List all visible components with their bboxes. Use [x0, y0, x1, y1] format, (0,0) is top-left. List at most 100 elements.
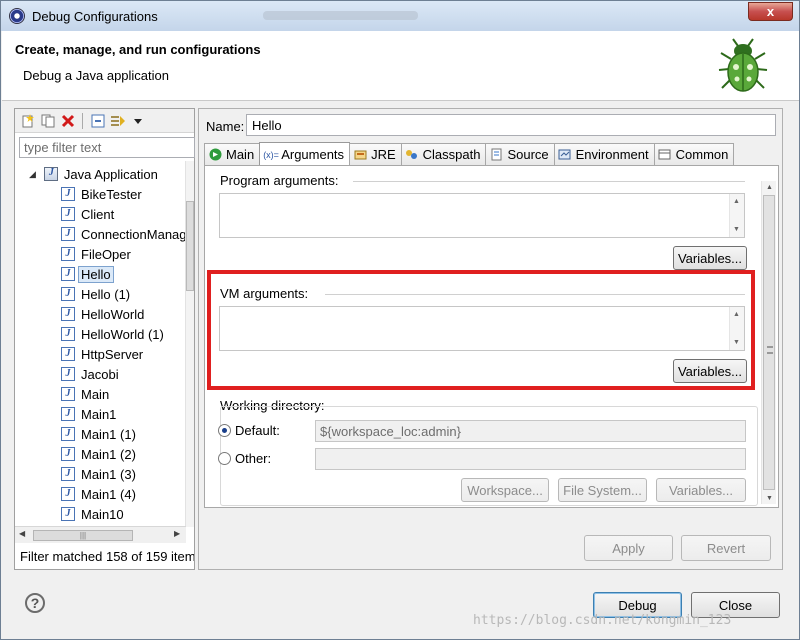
- default-radio[interactable]: [218, 424, 231, 437]
- window-close-button[interactable]: x: [748, 2, 793, 21]
- arguments-scrollbar[interactable]: ▲ ▼: [761, 181, 776, 504]
- java-launch-icon: J: [61, 407, 75, 421]
- filter-icon[interactable]: [109, 112, 126, 129]
- java-launch-icon: J: [61, 327, 75, 341]
- java-launch-icon: J: [61, 307, 75, 321]
- debug-bug-icon: [718, 38, 768, 92]
- scroll-up-icon[interactable]: ▲: [766, 184, 773, 191]
- program-arguments-textarea[interactable]: ▲ ▼: [219, 193, 745, 238]
- tree-item[interactable]: J Main1 (2): [61, 444, 136, 464]
- working-directory-variables-button[interactable]: Variables...: [656, 478, 746, 502]
- scroll-left-icon[interactable]: ◀: [19, 529, 25, 538]
- view-menu-dropdown-icon[interactable]: [129, 112, 146, 129]
- arguments-tab-icon: (x)=: [263, 149, 279, 160]
- java-launch-icon: J: [61, 387, 75, 401]
- filter-input[interactable]: [19, 137, 195, 158]
- java-launch-icon: J: [61, 287, 75, 301]
- scroll-grip: [767, 346, 773, 354]
- tab-classpath[interactable]: Classpath: [400, 143, 487, 165]
- other-radio-label: Other:: [235, 451, 272, 466]
- environment-tab-icon: [558, 148, 572, 162]
- debug-configurations-window: Debug Configurations x Create, manage, a…: [0, 0, 800, 640]
- textarea-scrollbar[interactable]: ▲ ▼: [729, 194, 744, 237]
- program-arguments-label: Program arguments:: [220, 173, 339, 188]
- tree-hscroll-thumb[interactable]: |||: [33, 530, 133, 541]
- source-tab-icon: [489, 148, 503, 162]
- tree-item[interactable]: J HelloWorld: [61, 304, 144, 324]
- header-subtitle: Debug a Java application: [23, 68, 169, 83]
- help-icon[interactable]: ?: [25, 593, 45, 613]
- tree-scroll-thumb[interactable]: [186, 201, 194, 291]
- configurations-tree[interactable]: ◢ Java Application JBikeTester JClient J…: [15, 161, 186, 527]
- java-application-icon: [43, 167, 58, 181]
- tree-item[interactable]: J Main10: [61, 504, 124, 524]
- collapse-arrow-icon[interactable]: ◢: [29, 169, 36, 180]
- tab-main[interactable]: Main: [204, 143, 261, 165]
- tree-item[interactable]: J Main1 (3): [61, 464, 136, 484]
- delete-icon[interactable]: [59, 112, 76, 129]
- arguments-scroll-thumb[interactable]: [763, 195, 775, 490]
- java-launch-icon: J: [61, 367, 75, 381]
- tab-source[interactable]: Source: [485, 143, 555, 165]
- dialog-header: Create, manage, and run configurations D…: [2, 31, 799, 101]
- tree-vertical-scrollbar[interactable]: [185, 161, 194, 527]
- default-directory-field: ${workspace_loc:admin}: [315, 420, 746, 442]
- java-launch-icon: J: [61, 207, 75, 221]
- tree-item[interactable]: J Jacobi: [61, 364, 119, 384]
- java-launch-icon: J: [61, 467, 75, 481]
- tree-item[interactable]: J Main1 (4): [61, 484, 136, 504]
- tree-item[interactable]: J FileOper: [61, 244, 131, 264]
- group-separator: [353, 181, 745, 182]
- tab-jre[interactable]: JRE: [349, 143, 402, 165]
- common-tab-icon: [658, 148, 672, 162]
- collapse-all-icon[interactable]: [89, 112, 106, 129]
- java-launch-icon: J: [61, 347, 75, 361]
- scroll-down-icon[interactable]: ▼: [766, 495, 773, 502]
- java-launch-icon: J: [61, 427, 75, 441]
- tree-horizontal-scrollbar[interactable]: ◀ ||| ▶: [15, 526, 186, 543]
- java-launch-icon: J: [61, 187, 75, 201]
- tab-arguments[interactable]: (x)= Arguments: [259, 142, 351, 166]
- duplicate-icon[interactable]: [39, 112, 56, 129]
- tree-item[interactable]: J HttpServer: [61, 344, 143, 364]
- program-arguments-variables-button[interactable]: Variables...: [673, 246, 747, 270]
- watermark: https://blog.csdn.net/kongmin_123: [473, 613, 732, 628]
- tree-item[interactable]: J ConnectionManag: [61, 224, 186, 244]
- name-field[interactable]: [246, 114, 776, 136]
- tab-environment[interactable]: Environment: [553, 143, 655, 165]
- tree-item-selected[interactable]: J Hello: [61, 264, 114, 284]
- new-config-icon[interactable]: [19, 112, 36, 129]
- scroll-right-icon[interactable]: ▶: [174, 529, 180, 538]
- apply-button[interactable]: Apply: [584, 535, 673, 561]
- tree-root-java-application[interactable]: ◢ Java Application: [29, 164, 158, 184]
- tree-item[interactable]: J Hello (1): [61, 284, 130, 304]
- tree-item[interactable]: J Main: [61, 384, 109, 404]
- toolbar-separator: [82, 112, 83, 129]
- default-radio-label: Default:: [235, 423, 280, 438]
- java-launch-icon: J: [61, 447, 75, 461]
- other-directory-field[interactable]: [315, 448, 746, 470]
- configurations-toolbar: [15, 109, 194, 133]
- file-system-button[interactable]: File System...: [558, 478, 647, 502]
- workspace-button[interactable]: Workspace...: [461, 478, 549, 502]
- scroll-up-icon[interactable]: ▲: [733, 198, 740, 205]
- main-tab-icon: [208, 148, 222, 162]
- other-radio[interactable]: [218, 452, 231, 465]
- title-bar: Debug Configurations x: [1, 1, 799, 31]
- classpath-tab-icon: [405, 148, 419, 162]
- vm-arguments-highlight: [207, 270, 755, 390]
- scroll-down-icon[interactable]: ▼: [733, 226, 740, 233]
- tree-item[interactable]: J Main1 (1): [61, 424, 136, 444]
- tree-item[interactable]: J HelloWorld (1): [61, 324, 164, 344]
- name-label: Name:: [206, 119, 245, 134]
- tab-common[interactable]: Common: [653, 143, 735, 165]
- java-launch-icon: J: [61, 227, 75, 241]
- tree-item[interactable]: J BikeTester: [61, 184, 142, 204]
- tree-root-label: Java Application: [63, 166, 158, 182]
- tree-item[interactable]: J Client: [61, 204, 114, 224]
- tree-item[interactable]: J Main1: [61, 404, 116, 424]
- blurred-region: [263, 11, 418, 20]
- jre-tab-icon: [353, 148, 367, 162]
- java-launch-icon: J: [61, 507, 75, 521]
- revert-button[interactable]: Revert: [681, 535, 771, 561]
